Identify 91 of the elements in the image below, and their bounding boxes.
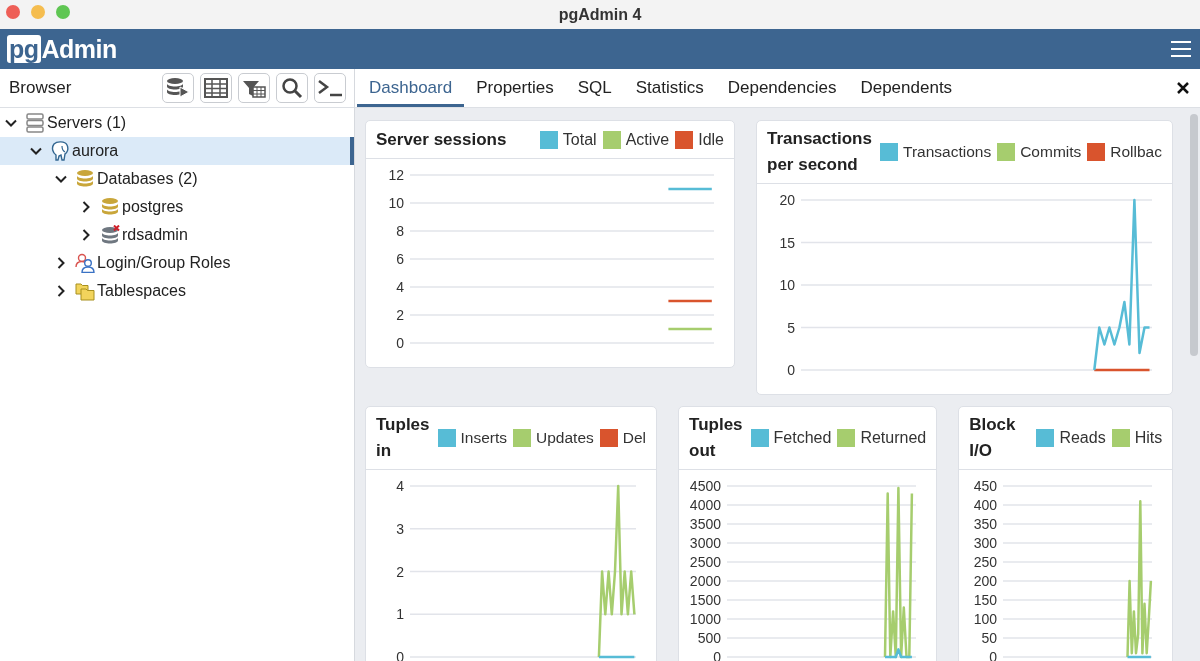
query-tool-button[interactable]	[162, 73, 194, 103]
series-line	[668, 187, 712, 191]
tree-item[interactable]: Login/Group Roles	[0, 249, 354, 277]
legend-label: Commits	[1020, 143, 1082, 161]
legend-label: Del	[622, 429, 647, 447]
axis-tick-label: 3	[396, 520, 404, 537]
search-icon	[281, 77, 303, 99]
panel-title: Browser	[9, 78, 72, 98]
database-play-icon	[166, 77, 190, 99]
axis-tick-label: 400	[973, 497, 998, 513]
axis-tick-label: 8	[396, 223, 404, 239]
axis-tick-label: 1500	[689, 592, 722, 608]
axis-tick-label: 250	[973, 554, 998, 570]
database-icon	[100, 197, 120, 217]
axis-tick-label: 500	[697, 630, 722, 646]
table-icon	[204, 78, 228, 98]
series-line	[668, 327, 712, 331]
axis-tick-label: 450	[973, 478, 998, 494]
tab[interactable]: Dependents	[848, 72, 965, 107]
axis-tick-label: 20	[779, 192, 795, 208]
tab[interactable]: Statistics	[623, 72, 716, 107]
users-icon	[75, 253, 95, 273]
legend-label: Idle	[698, 130, 724, 149]
app-logo: pgAdmin	[7, 34, 117, 64]
axis-tick-label: 2500	[689, 554, 722, 570]
tab[interactable]: SQL	[565, 72, 624, 107]
axis-tick-label: 1	[396, 606, 404, 623]
database-error-icon	[100, 225, 120, 245]
chart-title: Block I/O	[969, 414, 1017, 462]
legend-label: Fetched	[773, 429, 832, 447]
axis-tick-label: 300	[973, 535, 998, 551]
psql-tool-button[interactable]	[314, 73, 346, 103]
axis-tick-label: 2	[396, 563, 404, 580]
legend-label: Reads	[1059, 429, 1106, 447]
legend-label: Rollbac	[1110, 143, 1162, 161]
tree-item[interactable]: Servers (1)	[0, 109, 354, 137]
tree-item[interactable]: aurora	[0, 137, 354, 165]
axis-tick-label: 6	[396, 251, 404, 267]
axis-tick-label: 100	[973, 611, 998, 627]
menu-icon[interactable]	[1170, 40, 1192, 58]
axis-tick-label: 4	[396, 478, 404, 494]
axis-tick-label: 2000	[689, 573, 722, 589]
tab[interactable]: Dependencies	[715, 72, 849, 107]
legend-label: Transactions	[903, 143, 992, 161]
legend-label: Hits	[1134, 429, 1163, 447]
axis-tick-label: 50	[981, 630, 998, 646]
servers-icon	[25, 113, 45, 133]
axis-tick-label: 12	[388, 167, 404, 183]
tree-item[interactable]: Tablespaces	[0, 277, 354, 305]
database-icon	[75, 169, 95, 189]
axis-tick-label: 200	[973, 573, 998, 589]
legend-label: Returned	[860, 429, 927, 447]
axis-tick-label: 0	[787, 362, 795, 378]
close-icon[interactable]	[1176, 81, 1190, 95]
view-data-button[interactable]	[200, 73, 232, 103]
axis-tick-label: 350	[973, 516, 998, 532]
axis-tick-label: 3500	[689, 516, 722, 532]
filtered-rows-button[interactable]	[238, 73, 270, 103]
axis-tick-label: 15	[779, 234, 795, 251]
tab[interactable]: Properties	[464, 72, 566, 107]
window-close-button[interactable]	[6, 5, 20, 19]
series-line	[668, 299, 712, 303]
axis-tick-label: 4000	[689, 497, 722, 513]
tree-item[interactable]: rdsadmin	[0, 221, 354, 249]
axis-tick-label: 5	[787, 319, 795, 336]
legend-label: Inserts	[460, 429, 508, 447]
folders-icon	[75, 281, 95, 301]
filter-table-icon	[242, 78, 266, 98]
elephant-icon	[50, 141, 70, 161]
search-button[interactable]	[276, 73, 308, 103]
terminal-icon	[317, 78, 343, 98]
axis-tick-label: 10	[388, 195, 404, 211]
chart-title: Tuples out	[689, 414, 743, 462]
axis-tick-label: 4500	[689, 478, 722, 494]
axis-tick-label: 3000	[689, 535, 722, 551]
chart-title: Tuples in	[376, 414, 430, 462]
tree-item[interactable]: Databases (2)	[0, 165, 354, 193]
axis-tick-label: 150	[973, 592, 998, 608]
axis-tick-label: 4	[396, 279, 404, 295]
window-title: pgAdmin 4	[558, 5, 642, 24]
legend-label: Active	[625, 130, 670, 149]
axis-tick-label: 2	[396, 307, 404, 323]
tree-item[interactable]: postgres	[0, 193, 354, 221]
chart-title: Transactions per second	[767, 128, 872, 176]
axis-tick-label: 0	[396, 335, 404, 351]
axis-tick-label: 1000	[689, 611, 722, 627]
legend-label: Total	[562, 130, 597, 149]
chart-title: Server sessions	[376, 128, 508, 151]
legend-label: Updates	[536, 429, 594, 447]
scrollbar[interactable]	[1190, 114, 1198, 356]
axis-tick-label: 10	[779, 277, 795, 293]
